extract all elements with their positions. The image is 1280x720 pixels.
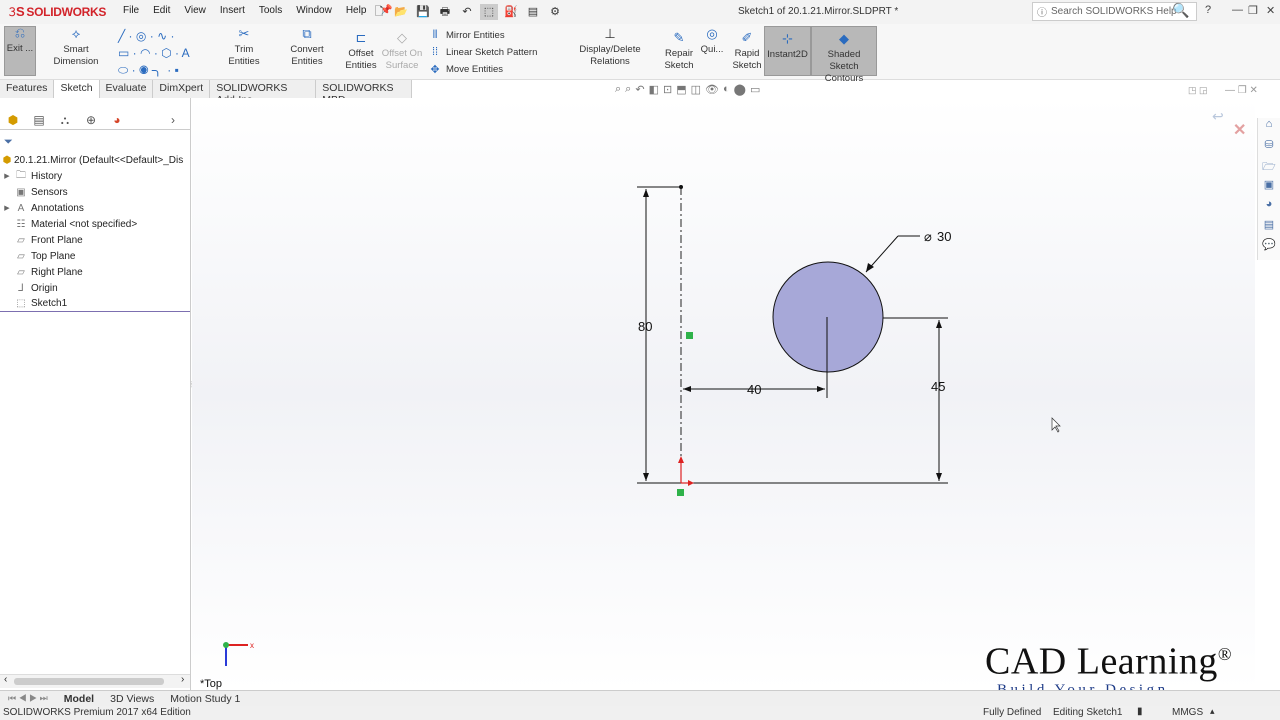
dimension-80[interactable]: 80 (638, 319, 652, 334)
bottom-tabs: ⏮ ◀ ▶ ⏭ Model 3D Views Motion Study 1 (0, 690, 1280, 706)
unit-system[interactable]: MMGS (1172, 707, 1203, 718)
unit-system-dropdown-icon[interactable]: ▴ (1210, 706, 1215, 717)
cad-learning-watermark: CAD Learning® Build Your Design (985, 640, 1233, 698)
rebuild-status-icon[interactable]: ▮ (1137, 706, 1143, 717)
vertical-relation-marker[interactable] (686, 332, 693, 339)
dimension-diameter-30[interactable]: 30 (937, 229, 951, 244)
mouse-cursor-icon (1051, 417, 1061, 433)
view-orientation-label: *Top (200, 678, 222, 690)
origin-x-arrow (688, 480, 694, 486)
tab-motion-study[interactable]: Motion Study 1 (162, 693, 248, 705)
sketch-canvas: 80 40 45 ⌀ 30 x *Top (200, 185, 1061, 690)
editing-status: Editing Sketch1 (1053, 707, 1123, 718)
arrow-45-top (936, 320, 942, 328)
arrow-40-right (817, 386, 825, 392)
arrow-40-left (683, 386, 691, 392)
tab-model[interactable]: Model (56, 693, 102, 705)
tab-scroll-icons[interactable]: ⏮ ◀ ▶ ⏭ (0, 693, 56, 704)
edition-label: SOLIDWORKS Premium 2017 x64 Edition (3, 707, 191, 718)
diameter-symbol: ⌀ (924, 229, 932, 244)
triad-origin (223, 642, 229, 648)
sketch-circle[interactable] (772, 261, 884, 373)
centerline-endpoint[interactable] (679, 185, 683, 189)
arrow-80-top (643, 189, 649, 197)
status-bar: SOLIDWORKS Premium 2017 x64 Edition Full… (0, 706, 1280, 720)
tab-3d-views[interactable]: 3D Views (102, 693, 162, 705)
arrow-80-bottom (643, 473, 649, 481)
coincident-relation-marker[interactable] (677, 489, 684, 496)
dimension-45[interactable]: 45 (931, 379, 945, 394)
dimension-40[interactable]: 40 (747, 382, 761, 397)
sketch-status: Fully Defined (983, 707, 1042, 718)
origin-y-arrow (678, 456, 684, 463)
arrow-45-bottom (936, 473, 942, 481)
triad-x-label: x (250, 641, 254, 650)
